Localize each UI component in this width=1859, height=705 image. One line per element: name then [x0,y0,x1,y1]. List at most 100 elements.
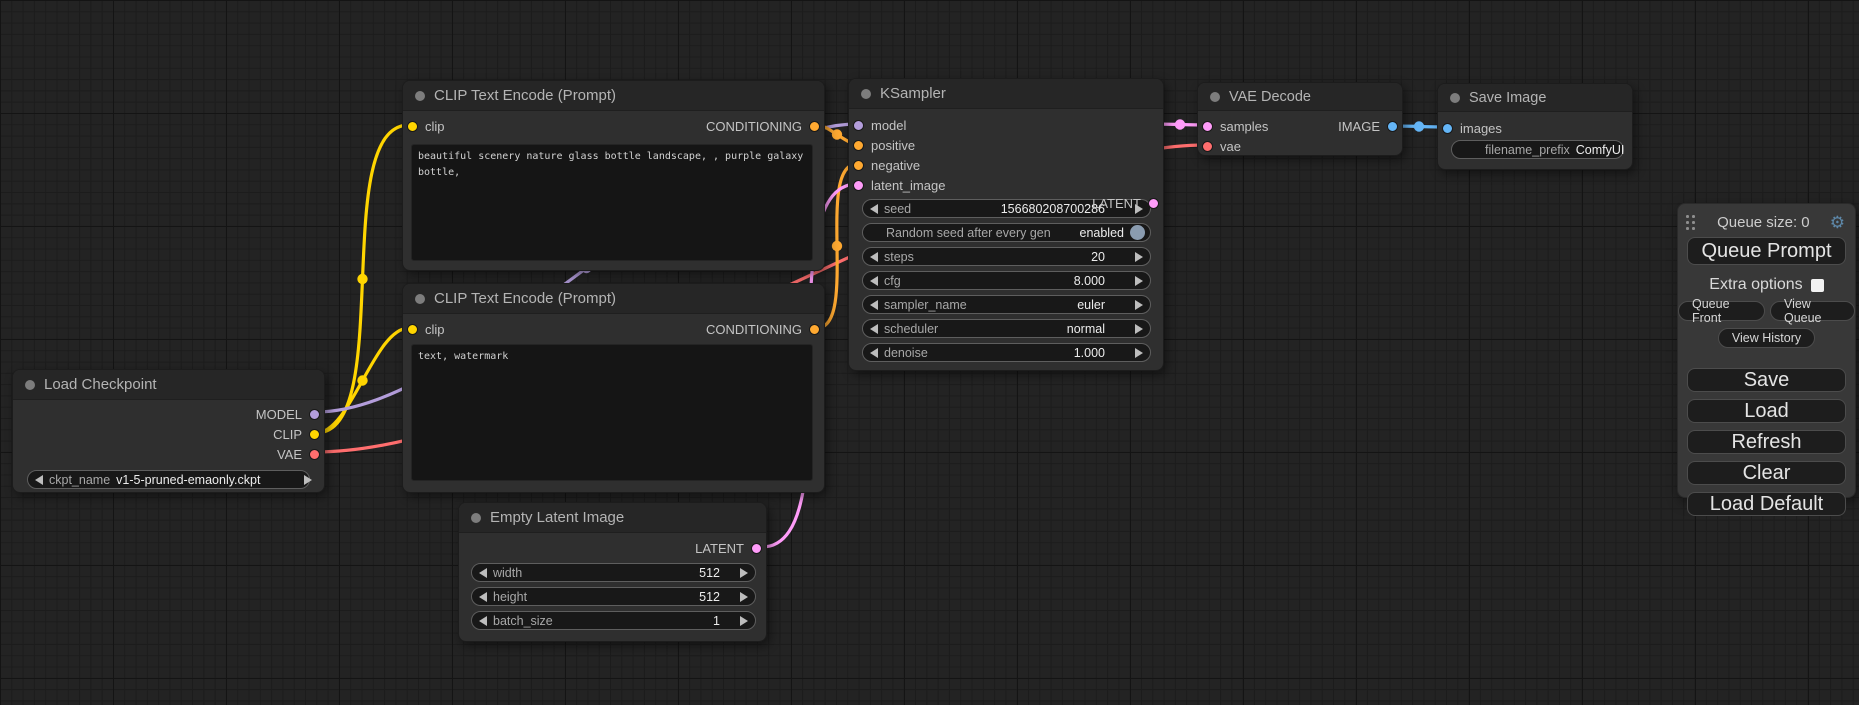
positive-prompt-textarea[interactable]: beautiful scenery nature glass bottle la… [411,144,813,261]
images-input-port[interactable] [1442,123,1453,134]
output-label: LATENT [1092,196,1141,211]
image-output-port[interactable] [1387,121,1398,132]
increment-arrow-icon[interactable] [740,568,748,578]
output-label: LATENT [695,541,744,556]
clear-button[interactable]: Clear [1687,461,1846,485]
node-clip-text-encode-positive[interactable]: CLIP Text Encode (Prompt) clip CONDITION… [402,80,825,271]
increment-arrow-icon[interactable] [740,616,748,626]
node-load-checkpoint[interactable]: Load Checkpoint MODEL CLIP VAE ckpt_name… [12,369,325,493]
negative-input-port[interactable] [853,160,864,171]
clip-output-port[interactable] [309,429,320,440]
decrement-arrow-icon[interactable] [479,592,487,602]
node-title: VAE Decode [1229,89,1311,105]
width-widget[interactable]: width 512 [471,563,756,582]
decrement-arrow-icon[interactable] [870,324,878,334]
decrement-arrow-icon[interactable] [35,475,43,485]
load-button[interactable]: Load [1687,399,1846,423]
node-clip-text-encode-negative[interactable]: CLIP Text Encode (Prompt) clip CONDITION… [402,283,825,493]
node-title-bar[interactable]: Load Checkpoint [13,370,324,400]
increment-arrow-icon[interactable] [304,475,312,485]
node-collapse-dot-icon[interactable] [415,91,425,101]
queue-front-button[interactable]: Queue Front [1678,301,1765,321]
node-title-bar[interactable]: CLIP Text Encode (Prompt) [403,81,824,111]
node-empty-latent-image[interactable]: Empty Latent Image LATENT width 512 heig… [458,502,767,642]
input-label: model [871,118,906,133]
decrement-arrow-icon[interactable] [870,204,878,214]
vae-input-port[interactable] [1202,141,1213,152]
batch-size-widget[interactable]: batch_size 1 [471,611,756,630]
model-input-port[interactable] [853,120,864,131]
denoise-widget[interactable]: denoise 1.000 [862,343,1151,362]
node-title-bar[interactable]: Save Image [1438,84,1632,112]
latent-output-port[interactable] [1148,198,1159,209]
cfg-widget[interactable]: cfg 8.000 [862,271,1151,290]
refresh-button[interactable]: Refresh [1687,430,1846,454]
node-collapse-dot-icon[interactable] [1210,92,1220,102]
input-label: positive [871,138,915,153]
clip-input-port[interactable] [407,324,418,335]
conditioning-output-port[interactable] [809,324,820,335]
negative-prompt-textarea[interactable]: text, watermark [411,344,813,481]
node-collapse-dot-icon[interactable] [415,294,425,304]
save-button[interactable]: Save [1687,368,1846,392]
increment-arrow-icon[interactable] [740,592,748,602]
clip-input-port[interactable] [407,121,418,132]
height-widget[interactable]: height 512 [471,587,756,606]
toggle-dot-icon[interactable] [1130,225,1145,240]
samples-input-port[interactable] [1202,121,1213,132]
node-collapse-dot-icon[interactable] [861,89,871,99]
increment-arrow-icon[interactable] [1135,276,1143,286]
node-collapse-dot-icon[interactable] [25,380,35,390]
scheduler-widget[interactable]: scheduler normal [862,319,1151,338]
view-queue-button[interactable]: View Queue [1770,301,1855,321]
decrement-arrow-icon[interactable] [479,616,487,626]
output-label: MODEL [256,407,302,422]
node-collapse-dot-icon[interactable] [1450,93,1460,103]
drag-handle-icon[interactable] [1686,215,1695,230]
node-title: KSampler [880,85,946,102]
node-title-bar[interactable]: KSampler [849,79,1163,109]
latent-output-port[interactable] [751,543,762,554]
node-title-bar[interactable]: VAE Decode [1198,83,1402,111]
conditioning-output-port[interactable] [809,121,820,132]
widget-label: scheduler [884,322,938,336]
node-title-bar[interactable]: CLIP Text Encode (Prompt) [403,284,824,314]
decrement-arrow-icon[interactable] [870,276,878,286]
vae-output-port[interactable] [309,449,320,460]
increment-arrow-icon[interactable] [1135,252,1143,262]
node-title-bar[interactable]: Empty Latent Image [459,503,766,533]
input-label: vae [1220,139,1241,154]
model-output-port[interactable] [309,409,320,420]
decrement-arrow-icon[interactable] [479,568,487,578]
widget-label: batch_size [493,614,553,628]
steps-widget[interactable]: steps 20 [862,247,1151,266]
node-ksampler[interactable]: KSampler model positive negative latent_… [848,78,1164,371]
output-label: CONDITIONING [706,322,802,337]
widget-label: filename_prefix [1485,143,1570,157]
view-history-button[interactable]: View History [1718,328,1815,348]
widget-label: ckpt_name [49,473,110,487]
decrement-arrow-icon[interactable] [870,252,878,262]
queue-prompt-button[interactable]: Queue Prompt [1687,237,1846,265]
output-latent: LATENT [459,538,766,558]
latent-image-input-port[interactable] [853,180,864,191]
positive-input-port[interactable] [853,140,864,151]
sampler-name-widget[interactable]: sampler_name euler [862,295,1151,314]
node-save-image[interactable]: Save Image images filename_prefix ComfyU… [1437,83,1633,170]
filename-prefix-widget[interactable]: filename_prefix ComfyUI [1451,140,1624,159]
node-vae-decode[interactable]: VAE Decode samples vae IMAGE [1197,82,1403,156]
widget-value: 512 [699,590,720,604]
random-seed-toggle-widget[interactable]: Random seed after every gen enabled [862,223,1151,242]
increment-arrow-icon[interactable] [1135,324,1143,334]
input-label: negative [871,158,920,173]
decrement-arrow-icon[interactable] [870,348,878,358]
ckpt-name-widget[interactable]: ckpt_name v1-5-pruned-emaonly.ckpt [27,470,310,489]
increment-arrow-icon[interactable] [1135,348,1143,358]
load-default-button[interactable]: Load Default [1687,492,1846,516]
node-collapse-dot-icon[interactable] [471,513,481,523]
output-model: MODEL [13,404,324,424]
decrement-arrow-icon[interactable] [870,300,878,310]
settings-gear-icon[interactable]: ⚙ [1830,214,1845,231]
increment-arrow-icon[interactable] [1135,300,1143,310]
extra-options-checkbox[interactable] [1811,279,1824,292]
